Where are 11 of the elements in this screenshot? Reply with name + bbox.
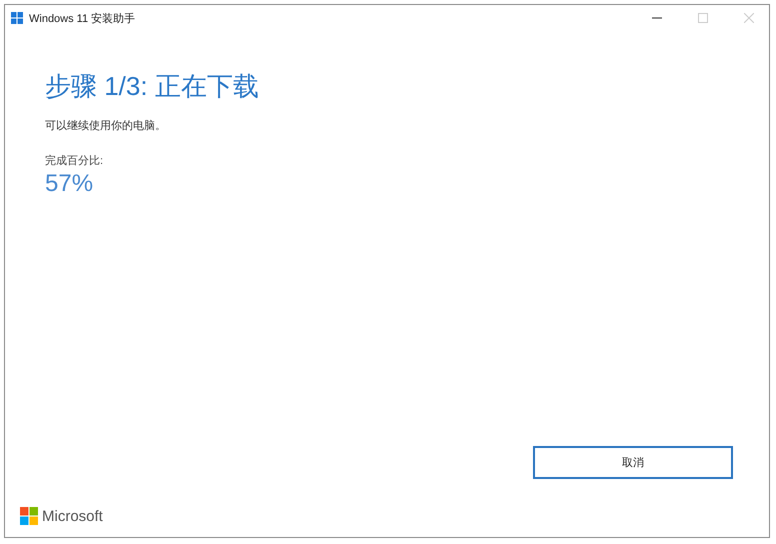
progress-percent: 57% (45, 170, 94, 198)
maximize-icon (698, 13, 708, 23)
brand-name: Microsoft (42, 508, 103, 524)
close-icon (744, 13, 754, 23)
cancel-button[interactable]: 取消 (533, 446, 733, 479)
progress-label: 完成百分比: (45, 154, 104, 168)
step-heading: 步骤 1/3: 正在下载 (45, 70, 260, 103)
microsoft-logo-icon (20, 507, 38, 525)
windows-logo-icon (11, 12, 23, 24)
window-title: Windows 11 安装助手 (29, 12, 136, 26)
subtitle-text: 可以继续使用你的电脑。 (45, 118, 167, 133)
